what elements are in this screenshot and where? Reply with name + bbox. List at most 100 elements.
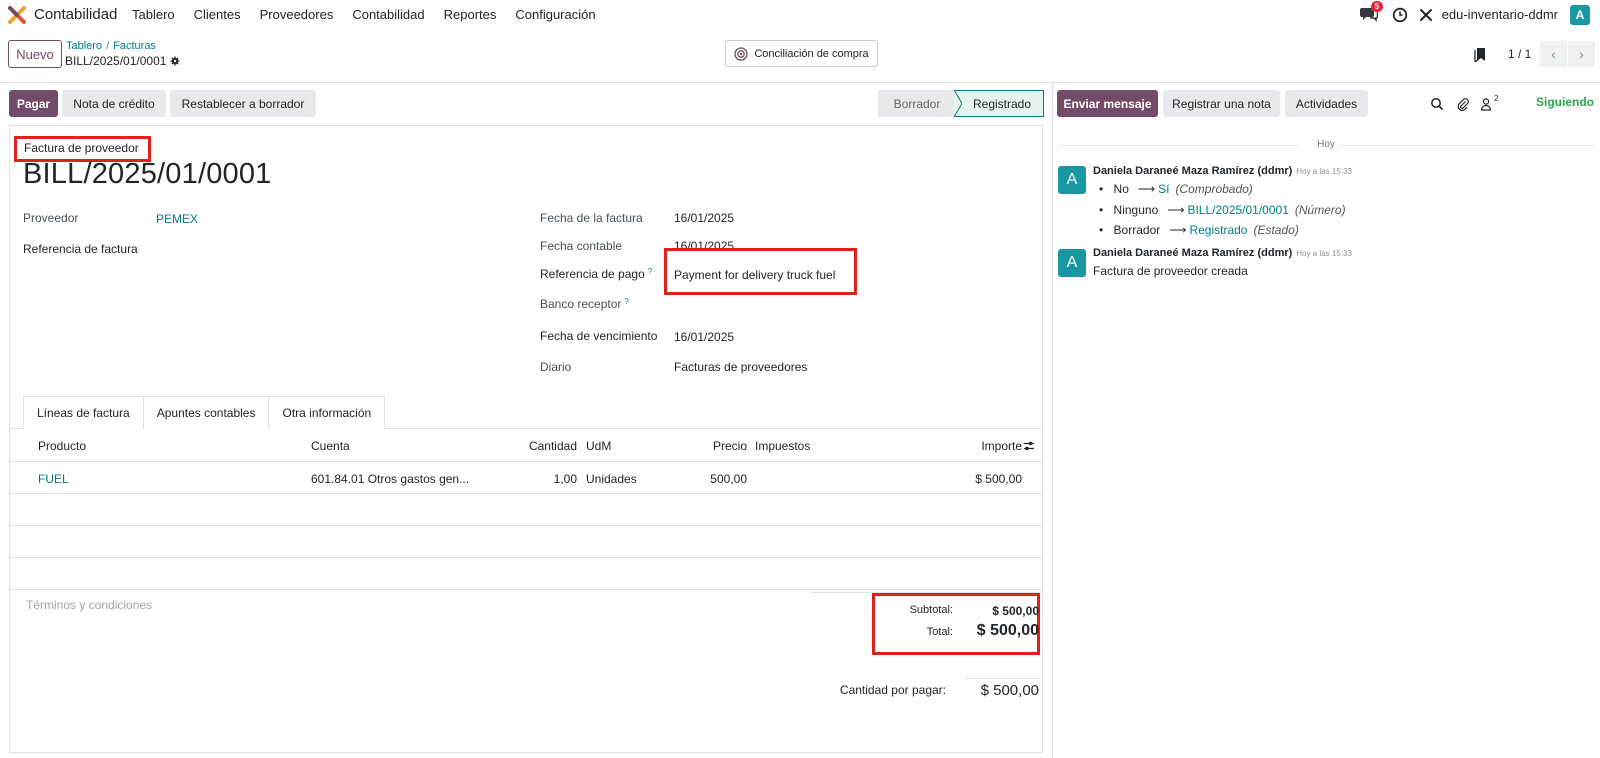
column-uom[interactable]: UdM	[586, 439, 611, 453]
author-avatar[interactable]: A	[1058, 249, 1086, 277]
line-product[interactable]: FUEL	[38, 472, 69, 486]
stage-draft[interactable]: Borrador	[878, 90, 956, 117]
due-date-field[interactable]: 16/01/2025	[674, 330, 734, 344]
purchase-reconcile-button[interactable]: Conciliación de compra	[725, 40, 878, 67]
log-note-button[interactable]: Registrar una nota	[1163, 90, 1280, 117]
journal-field[interactable]: Facturas de proveedores	[674, 360, 807, 374]
tab-invoice-lines[interactable]: Líneas de factura	[23, 396, 144, 429]
invoice-date-field[interactable]: 16/01/2025	[674, 211, 734, 225]
tracking-field-name: (Número)	[1294, 203, 1346, 217]
tab-other-info[interactable]: Otra información	[268, 396, 386, 429]
send-message-button[interactable]: Enviar mensaje	[1057, 90, 1158, 117]
app-name[interactable]: Contabilidad	[34, 6, 117, 23]
empty-table-row	[10, 494, 1042, 526]
accounting-date-label: Fecha contable	[540, 239, 623, 253]
move-type-label: Factura de proveedor	[24, 141, 139, 155]
tracking-field-name: (Comprobado)	[1175, 182, 1253, 196]
tracking-field-name: (Estado)	[1253, 223, 1299, 237]
pager-previous-button[interactable]: ‹	[1540, 41, 1567, 67]
arrow-right-icon: ⟶	[1167, 203, 1185, 217]
line-price[interactable]: 500,00	[660, 472, 747, 486]
message-author-name[interactable]: Daniela Daraneé Maza Ramírez (ddmr)	[1093, 165, 1292, 177]
bookmark-icon[interactable]	[1474, 48, 1486, 62]
record-name: BILL/2025/01/0001	[65, 54, 167, 68]
pay-button[interactable]: Pagar	[9, 90, 58, 117]
menu-item-configuracion[interactable]: Configuración	[515, 7, 595, 22]
line-uom[interactable]: Unidades	[586, 472, 637, 486]
bullet-dot: •	[1099, 182, 1104, 196]
top-navbar: Contabilidad Tablero Clientes Proveedore…	[0, 0, 1600, 29]
line-account[interactable]: 601.84.01 Otros gastos gen...	[311, 472, 469, 486]
bill-reference-label: Referencia de factura	[23, 242, 138, 256]
reset-to-draft-button[interactable]: Restablecer a borrador	[170, 90, 316, 117]
messages-icon[interactable]: 5	[1359, 0, 1384, 24]
following-button[interactable]: Siguiendo	[1536, 95, 1594, 109]
activity-clock-icon[interactable]	[1392, 7, 1408, 23]
gear-icon[interactable]	[170, 56, 180, 66]
pager-value[interactable]: 1 / 1	[1508, 47, 1531, 61]
company-name[interactable]: edu-inventario-ddmr	[1442, 7, 1558, 22]
menu-item-reportes[interactable]: Reportes	[444, 7, 497, 22]
search-icon[interactable]	[1430, 97, 1444, 111]
credit-note-button[interactable]: Nota de crédito	[62, 90, 166, 117]
menu-item-contabilidad[interactable]: Contabilidad	[352, 7, 424, 22]
author-avatar[interactable]: A	[1058, 166, 1086, 194]
empty-table-row	[10, 526, 1042, 558]
amount-due-value: $ 500,00	[980, 682, 1039, 699]
empty-table-row	[10, 558, 1042, 590]
form-sheet: Factura de proveedor BILL/2025/01/0001 P…	[9, 125, 1044, 753]
notebook-tabs: Líneas de factura Apuntes contables Otra…	[23, 396, 386, 429]
stage-posted[interactable]: Registrado	[954, 90, 1044, 117]
tracking-old-value: No	[1113, 182, 1129, 196]
followers-icon[interactable]	[1480, 97, 1494, 111]
total-value: $ 500,00	[976, 622, 1039, 639]
user-avatar[interactable]: A	[1570, 4, 1590, 25]
control-panel: Nuevo Tablero / Facturas BILL/2025/01/0001…	[0, 29, 1600, 83]
terms-conditions-field[interactable]: Términos y condiciones	[26, 598, 152, 612]
systray: 5 edu-inventario-ddmr A	[1359, 0, 1600, 29]
column-quantity[interactable]: Cantidad	[500, 439, 577, 453]
message-time: Hoy a las 15:33	[1296, 249, 1352, 258]
subtotal-label: Subtotal:	[909, 604, 953, 616]
record-title: BILL/2025/01/0001	[65, 54, 180, 68]
new-button[interactable]: Nuevo	[8, 40, 62, 68]
form-statusbar: Pagar Nota de crédito Restablecer a borr…	[0, 83, 1052, 121]
table-row[interactable]: FUEL 601.84.01 Otros gastos gen... 1,00 …	[10, 462, 1042, 494]
column-account[interactable]: Cuenta	[311, 439, 350, 453]
accounting-app-icon[interactable]	[8, 6, 26, 24]
chevron-left-icon: ‹	[1551, 46, 1556, 62]
help-icon[interactable]: ?	[624, 297, 628, 306]
bank-account-label-text: Banco receptor	[540, 297, 622, 311]
activities-button[interactable]: Actividades	[1285, 90, 1368, 117]
line-amount[interactable]: $ 500,00	[910, 472, 1022, 486]
optional-columns-icon[interactable]	[1023, 440, 1035, 452]
date-separator-line	[1338, 145, 1594, 146]
tracking-change: • Borrador ⟶ Registrado (Estado)	[1099, 223, 1299, 237]
column-product[interactable]: Producto	[38, 439, 86, 453]
breadcrumb-separator: /	[106, 40, 110, 52]
due-date-label: Fecha de vencimiento	[540, 329, 658, 343]
menu-item-proveedores[interactable]: Proveedores	[260, 7, 334, 22]
tracking-new-value: Sí	[1158, 182, 1170, 196]
tab-journal-items[interactable]: Apuntes contables	[142, 396, 270, 429]
vendor-field[interactable]: PEMEX	[156, 212, 198, 226]
line-quantity[interactable]: 1,00	[500, 472, 577, 486]
help-icon[interactable]: ?	[648, 267, 652, 276]
payment-reference-field[interactable]: Payment for delivery truck fuel	[674, 268, 835, 282]
paperclip-icon[interactable]	[1456, 97, 1470, 111]
menu-item-tablero[interactable]: Tablero	[132, 7, 175, 22]
message-author-name[interactable]: Daniela Daraneé Maza Ramírez (ddmr)	[1093, 247, 1292, 259]
column-amount[interactable]: Importe	[910, 439, 1022, 453]
breadcrumb-facturas[interactable]: Facturas	[113, 40, 156, 52]
tracking-old-value: Borrador	[1113, 223, 1161, 237]
debug-tools-icon[interactable]	[1418, 7, 1434, 23]
column-price[interactable]: Precio	[660, 439, 747, 453]
menu-item-clientes[interactable]: Clientes	[194, 7, 241, 22]
breadcrumb-tablero[interactable]: Tablero	[66, 40, 102, 52]
followers-count: 2	[1494, 94, 1499, 103]
column-taxes[interactable]: Impuestos	[755, 439, 810, 453]
message-author: Daniela Daraneé Maza Ramírez (ddmr) Hoy a…	[1093, 247, 1352, 259]
purchase-reconcile-label: Conciliación de compra	[754, 47, 869, 60]
bullet-dot: •	[1099, 203, 1104, 217]
pager-next-button[interactable]: ›	[1568, 41, 1595, 67]
